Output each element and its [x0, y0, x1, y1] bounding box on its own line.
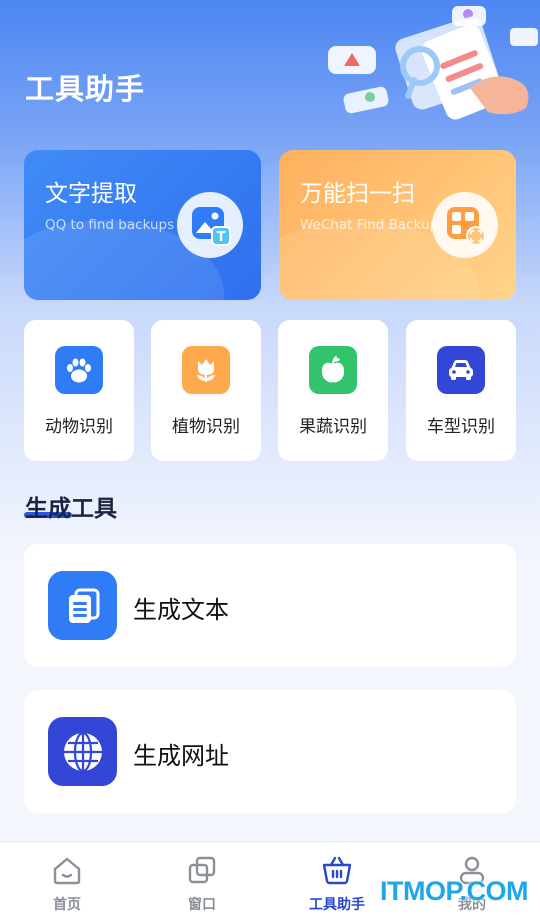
qr-scan-icon	[432, 192, 498, 258]
svg-text:T: T	[217, 230, 226, 245]
recognition-label: 车型识别	[427, 417, 495, 437]
apple-icon	[309, 346, 357, 394]
card-subtitle: QQ to find backups	[45, 217, 175, 233]
basket-icon	[322, 856, 352, 885]
tab-label: 窗口	[188, 897, 216, 913]
generate-text-item[interactable]: 生成文本	[24, 544, 516, 667]
document-icon	[48, 571, 117, 640]
animal-recognition-card[interactable]: 动物识别	[24, 320, 134, 461]
card-title: 万能扫一扫	[300, 181, 415, 207]
tulip-icon	[182, 346, 230, 394]
universal-scan-card[interactable]: 万能扫一扫 WeChat Find Backups	[279, 150, 516, 300]
tab-home[interactable]: 首页	[27, 842, 107, 916]
tool-label: 生成文本	[133, 596, 229, 624]
text-extract-card[interactable]: 文字提取 QQ to find backups T	[24, 150, 261, 300]
tool-label: 生成网址	[133, 742, 229, 770]
plant-recognition-card[interactable]: 植物识别	[151, 320, 261, 461]
tab-windows[interactable]: 窗口	[162, 842, 242, 916]
watermark: ITMOP.COM	[380, 876, 529, 906]
page-title: 工具助手	[25, 72, 146, 106]
globe-icon	[48, 717, 117, 786]
tab-tool-assistant[interactable]: 工具助手	[297, 842, 377, 916]
card-title: 文字提取	[45, 181, 137, 207]
paw-icon	[55, 346, 103, 394]
fruit-recognition-card[interactable]: 果蔬识别	[278, 320, 388, 461]
home-icon	[53, 857, 81, 885]
image-text-icon: T	[177, 192, 243, 258]
recognition-label: 动物识别	[45, 417, 113, 437]
car-icon	[437, 346, 485, 394]
recognition-label: 果蔬识别	[299, 417, 367, 437]
generate-url-item[interactable]: 生成网址	[24, 690, 516, 813]
tab-label: 工具助手	[309, 897, 365, 913]
tab-label: 首页	[53, 897, 81, 913]
hero-illustration	[328, 6, 538, 120]
card-subtitle: WeChat Find Backups	[300, 217, 446, 233]
windows-icon	[188, 856, 216, 884]
car-recognition-card[interactable]: 车型识别	[406, 320, 516, 461]
section-title: 生成工具	[25, 496, 117, 522]
recognition-label: 植物识别	[172, 417, 240, 437]
